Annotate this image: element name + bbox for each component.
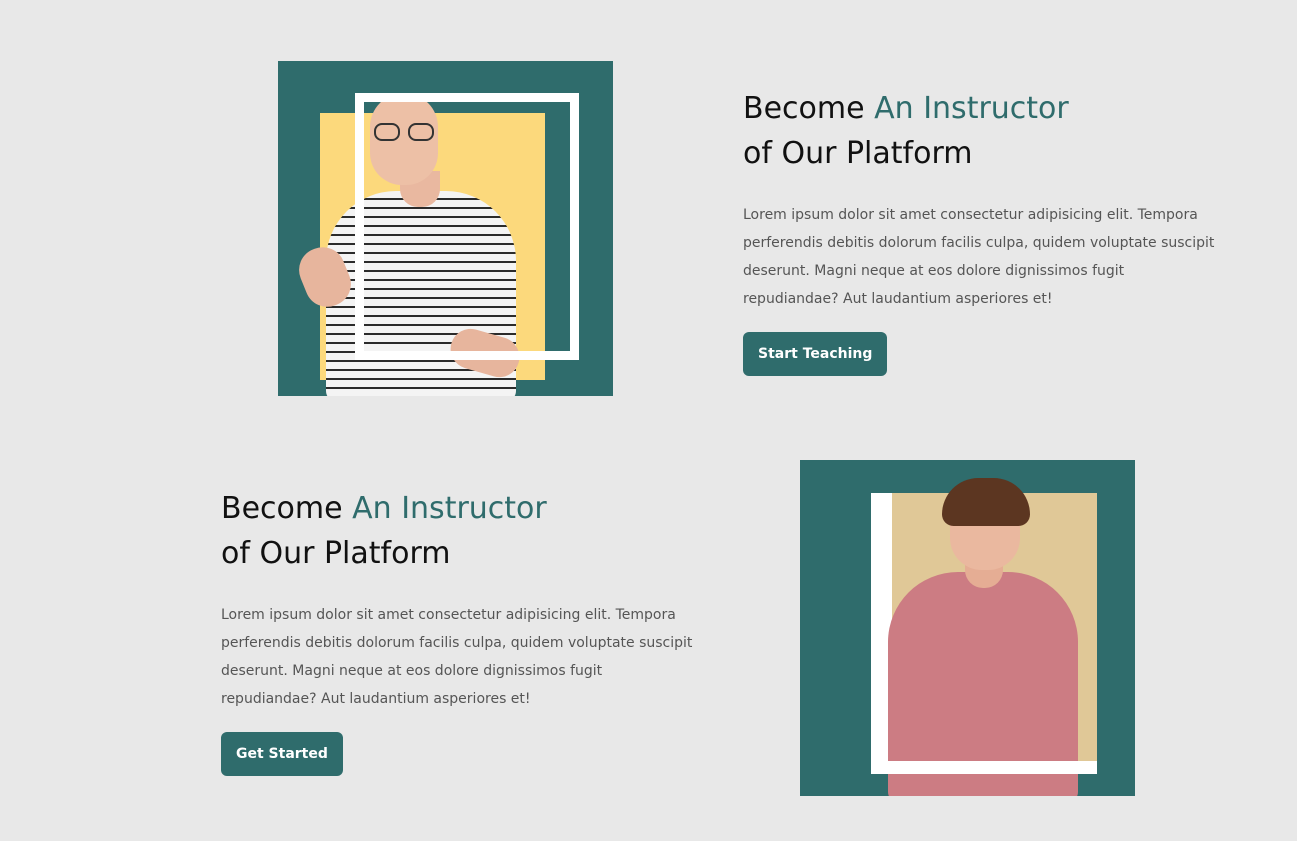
headline-line2: of Our Platform <box>221 536 451 571</box>
start-teaching-button[interactable]: Start Teaching <box>743 332 888 376</box>
headline-prefix: Become <box>743 91 865 126</box>
get-started-button[interactable]: Get Started <box>221 732 343 776</box>
section-2-headline: Become An Instructor of Our Platform <box>221 486 701 576</box>
headline-prefix: Become <box>221 491 343 526</box>
white-frame-outline <box>355 93 579 360</box>
instructor-cta-section-1: Become An Instructor of Our Platform Lor… <box>743 86 1223 376</box>
student-image-frame <box>800 460 1135 796</box>
headline-accent: An Instructor <box>874 91 1069 126</box>
headline-accent: An Instructor <box>352 491 547 526</box>
curly-hair <box>942 478 1030 526</box>
section-1-description: Lorem ipsum dolor sit amet consectetur a… <box>743 207 1215 307</box>
section-1-headline: Become An Instructor of Our Platform <box>743 86 1223 176</box>
headline-line2: of Our Platform <box>743 136 973 171</box>
instructor-image-frame <box>278 61 613 396</box>
white-accent-bar-bottom <box>871 761 1097 774</box>
section-2-description: Lorem ipsum dolor sit amet consectetur a… <box>221 607 693 707</box>
instructor-cta-section-2: Become An Instructor of Our Platform Lor… <box>221 486 701 776</box>
